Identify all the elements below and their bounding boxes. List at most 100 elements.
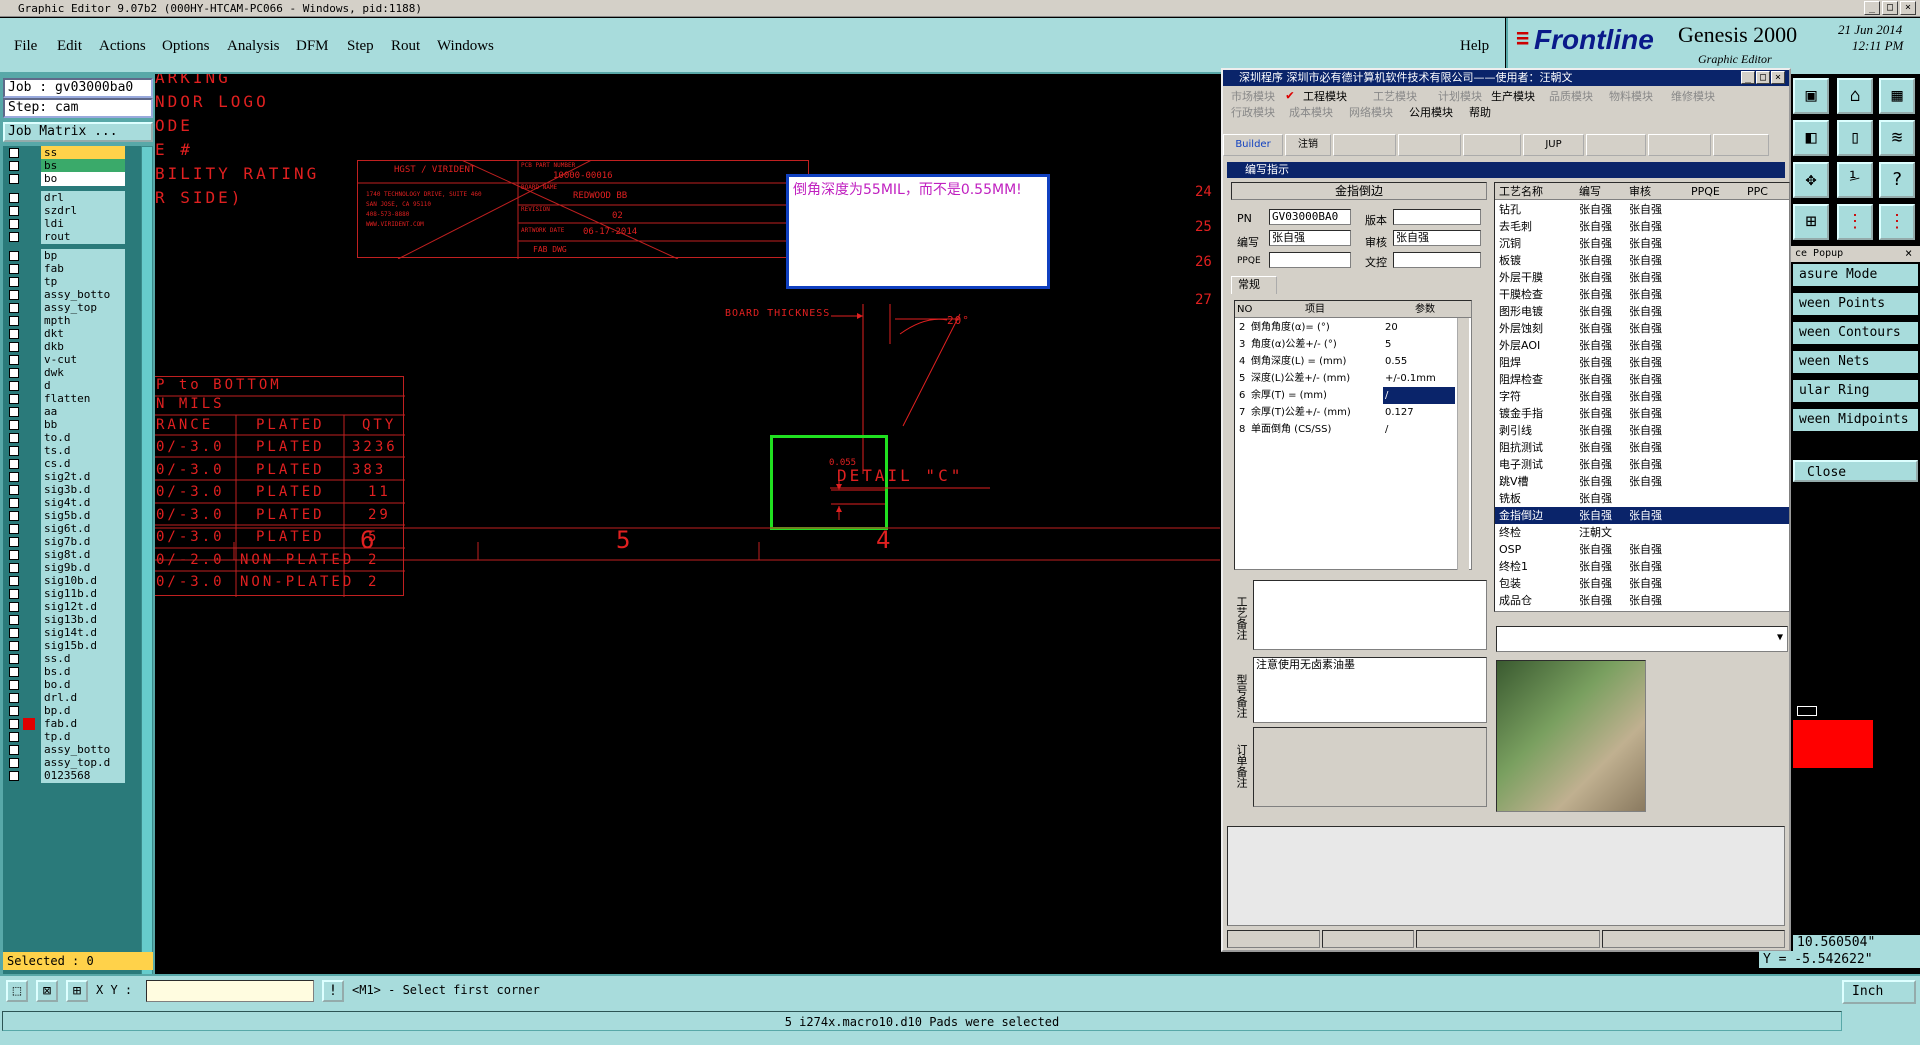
layer-name[interactable]: bb — [41, 418, 125, 432]
process-row[interactable]: 阻抗测试 张自强 张自强 — [1495, 439, 1789, 456]
layer-name[interactable]: drl — [41, 191, 125, 205]
pan-icon[interactable]: ✥ — [1793, 162, 1829, 198]
layer-row[interactable]: sig6t.d — [3, 522, 141, 536]
layer-row[interactable]: sig10b.d — [3, 574, 141, 588]
layer-checkbox[interactable] — [9, 161, 19, 171]
process-row[interactable]: 钻孔 张自强 张自强 — [1495, 201, 1789, 218]
layer-checkbox[interactable] — [9, 206, 19, 216]
layer-checkbox[interactable] — [9, 355, 19, 365]
grid-select-icon[interactable]: ⊞ — [66, 980, 88, 1002]
process-row[interactable]: 外层干膜 张自强 张自强 — [1495, 269, 1789, 286]
measure-icon[interactable]: ≋ — [1879, 120, 1915, 156]
layer-name[interactable]: sig12t.d — [41, 600, 125, 614]
graphic-canvas[interactable]: ARKING NDOR LOGO ODE E # BILITY RATING R… — [155, 74, 1220, 974]
toolbar-button[interactable] — [1333, 134, 1396, 156]
layer-checkbox[interactable] — [9, 641, 19, 651]
layer-name[interactable]: v-cut — [41, 353, 125, 367]
layer-row[interactable]: aa — [3, 405, 141, 419]
layer-row[interactable]: ss — [3, 146, 141, 160]
layer-name[interactable]: ts.d — [41, 444, 125, 458]
layer-row[interactable]: sig13b.d — [3, 613, 141, 627]
order-note-field[interactable] — [1253, 727, 1487, 807]
layer-checkbox[interactable] — [9, 407, 19, 417]
reviewer-field[interactable]: 张自强 — [1393, 230, 1481, 246]
layer-row[interactable]: ldi — [3, 217, 141, 231]
layer-name[interactable]: sig7b.d — [41, 535, 125, 549]
process-row[interactable]: 阻焊 张自强 张自强 — [1495, 354, 1789, 371]
layer-row[interactable]: bp — [3, 249, 141, 263]
module-menu-item[interactable]: 网络模块 — [1349, 104, 1393, 120]
popup-item[interactable]: ular Ring — [1793, 380, 1918, 402]
popup-close-icon[interactable]: × — [1905, 246, 1912, 260]
layer-row[interactable]: v-cut — [3, 353, 141, 367]
select-icon[interactable]: ⬚ — [6, 980, 28, 1002]
menu-help[interactable]: Help — [1460, 38, 1489, 55]
menu-analysis[interactable]: Analysis — [227, 38, 280, 55]
layer-name[interactable]: assy_top.d — [41, 756, 125, 770]
process-row[interactable]: 阻焊检查 张自强 张自强 — [1495, 371, 1789, 388]
dialog-close-button[interactable]: × — [1771, 71, 1785, 84]
layer-name[interactable]: d — [41, 379, 125, 393]
layer-checkbox[interactable] — [9, 745, 19, 755]
layer-checkbox[interactable] — [9, 381, 19, 391]
layer-name[interactable]: bp — [41, 249, 125, 263]
layer-checkbox[interactable] — [9, 251, 19, 261]
toolbar-button[interactable] — [1398, 134, 1461, 156]
layer-checkbox[interactable] — [9, 193, 19, 203]
menu-edit[interactable]: Edit — [57, 38, 82, 55]
process-row[interactable]: 字符 张自强 张自强 — [1495, 388, 1789, 405]
tab-general[interactable]: 常规 — [1231, 276, 1277, 294]
param-value[interactable]: +/-0.1mm — [1383, 370, 1455, 387]
layer-checkbox[interactable] — [9, 602, 19, 612]
layer-checkbox[interactable] — [9, 680, 19, 690]
popup-item[interactable]: ween Points — [1793, 293, 1918, 315]
process-row[interactable]: 包装 张自强 张自强 — [1495, 575, 1789, 592]
layer-row[interactable]: sig15b.d — [3, 639, 141, 653]
layer-checkbox[interactable] — [9, 394, 19, 404]
module-menu-item[interactable]: 成本模块 — [1289, 104, 1333, 120]
drc-icon[interactable]: ⋮ — [1837, 204, 1873, 240]
dialog-minimize-button[interactable]: _ — [1741, 71, 1755, 84]
menu-options[interactable]: Options — [162, 38, 210, 55]
module-menu-item[interactable]: 生产模块 — [1491, 88, 1535, 104]
craft-note-field[interactable] — [1253, 580, 1487, 650]
layer-row[interactable]: d — [3, 379, 141, 393]
layer-checkbox[interactable] — [9, 498, 19, 508]
layer-row[interactable]: fab — [3, 262, 141, 276]
process-row[interactable]: 沉铜 张自强 张自强 — [1495, 235, 1789, 252]
layer-row[interactable]: dkb — [3, 340, 141, 354]
layer-row[interactable]: 0123568 — [3, 769, 141, 783]
cross-icon[interactable]: ⊠ — [36, 980, 58, 1002]
param-row[interactable]: 3 角度(α)公差+/- (°) 5 — [1235, 336, 1471, 353]
layer-checkbox[interactable] — [9, 576, 19, 586]
layer-row[interactable]: bs.d — [3, 665, 141, 679]
xy-input[interactable] — [146, 980, 314, 1002]
layer-checkbox[interactable] — [9, 628, 19, 638]
layer-name[interactable]: assy_top — [41, 301, 125, 315]
layer-row[interactable]: drl — [3, 191, 141, 205]
layer-name[interactable]: sig15b.d — [41, 639, 125, 653]
param-row[interactable]: 8 单面倒角 (CS/SS) / — [1235, 421, 1471, 438]
layer-name[interactable]: dwk — [41, 366, 125, 380]
layer-row[interactable]: cs.d — [3, 457, 141, 471]
dialog-maximize-button[interactable]: □ — [1756, 71, 1770, 84]
layer-name[interactable]: tp — [41, 275, 125, 289]
layer-row[interactable]: tp.d — [3, 730, 141, 744]
info-icon[interactable]: ! — [322, 980, 344, 1002]
layer-row[interactable]: sig8t.d — [3, 548, 141, 562]
layer-checkbox[interactable] — [9, 537, 19, 547]
writer-field[interactable]: 张自强 — [1269, 230, 1351, 246]
param-value[interactable]: / — [1383, 421, 1455, 438]
layer-row[interactable]: sig12t.d — [3, 600, 141, 614]
layer-name[interactable]: sig6t.d — [41, 522, 125, 536]
layer-name[interactable]: flatten — [41, 392, 125, 406]
layer-row[interactable]: sig11b.d — [3, 587, 141, 601]
process-combo[interactable] — [1496, 626, 1788, 652]
param-value[interactable]: 0.55 — [1383, 353, 1455, 370]
layer-name[interactable]: szdrl — [41, 204, 125, 218]
layer-name[interactable]: to.d — [41, 431, 125, 445]
version-field[interactable] — [1393, 209, 1481, 225]
layer-checkbox[interactable] — [9, 232, 19, 242]
layer-row[interactable]: szdrl — [3, 204, 141, 218]
layer-row[interactable]: to.d — [3, 431, 141, 445]
